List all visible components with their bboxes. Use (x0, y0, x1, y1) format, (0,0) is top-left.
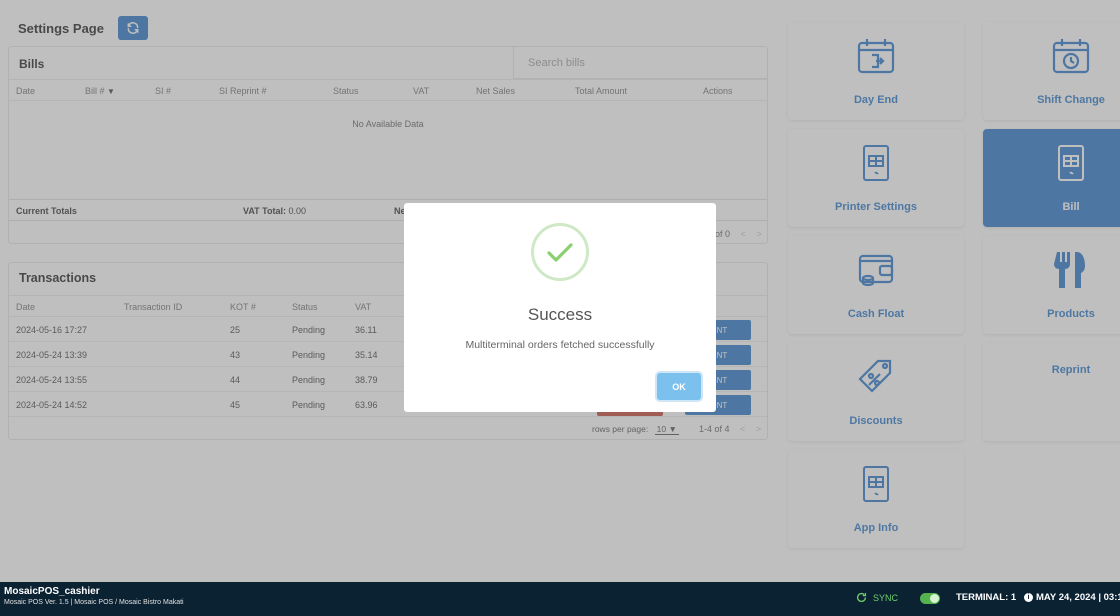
status-bar: MosaicPOS_cashier Mosaic POS Ver. 1.5 | … (0, 582, 1120, 616)
modal-message: Multiterminal orders fetched successfull… (465, 339, 655, 351)
datetime: i MAY 24, 2024 | 03:1 (1024, 592, 1120, 603)
sync-label: SYNC (873, 592, 899, 603)
success-check-icon (531, 223, 589, 281)
footer-user: MosaicPOS_cashier (4, 586, 100, 597)
modal-title: Success (527, 305, 593, 324)
success-modal: Success Multiterminal orders fetched suc… (404, 203, 716, 412)
info-icon[interactable]: i (1024, 593, 1033, 602)
terminal-label: TERMINAL: 1 (956, 592, 1017, 603)
ok-button[interactable]: OK (657, 373, 701, 400)
footer-version: Mosaic POS Ver. 1.5 | Mosaic POS / Mosai… (4, 599, 184, 606)
sync-icon (857, 592, 867, 603)
sync-toggle[interactable] (920, 593, 940, 604)
datetime-text: MAY 24, 2024 | 03:1 (1036, 592, 1120, 603)
sync-button[interactable]: SYNC (855, 591, 898, 604)
